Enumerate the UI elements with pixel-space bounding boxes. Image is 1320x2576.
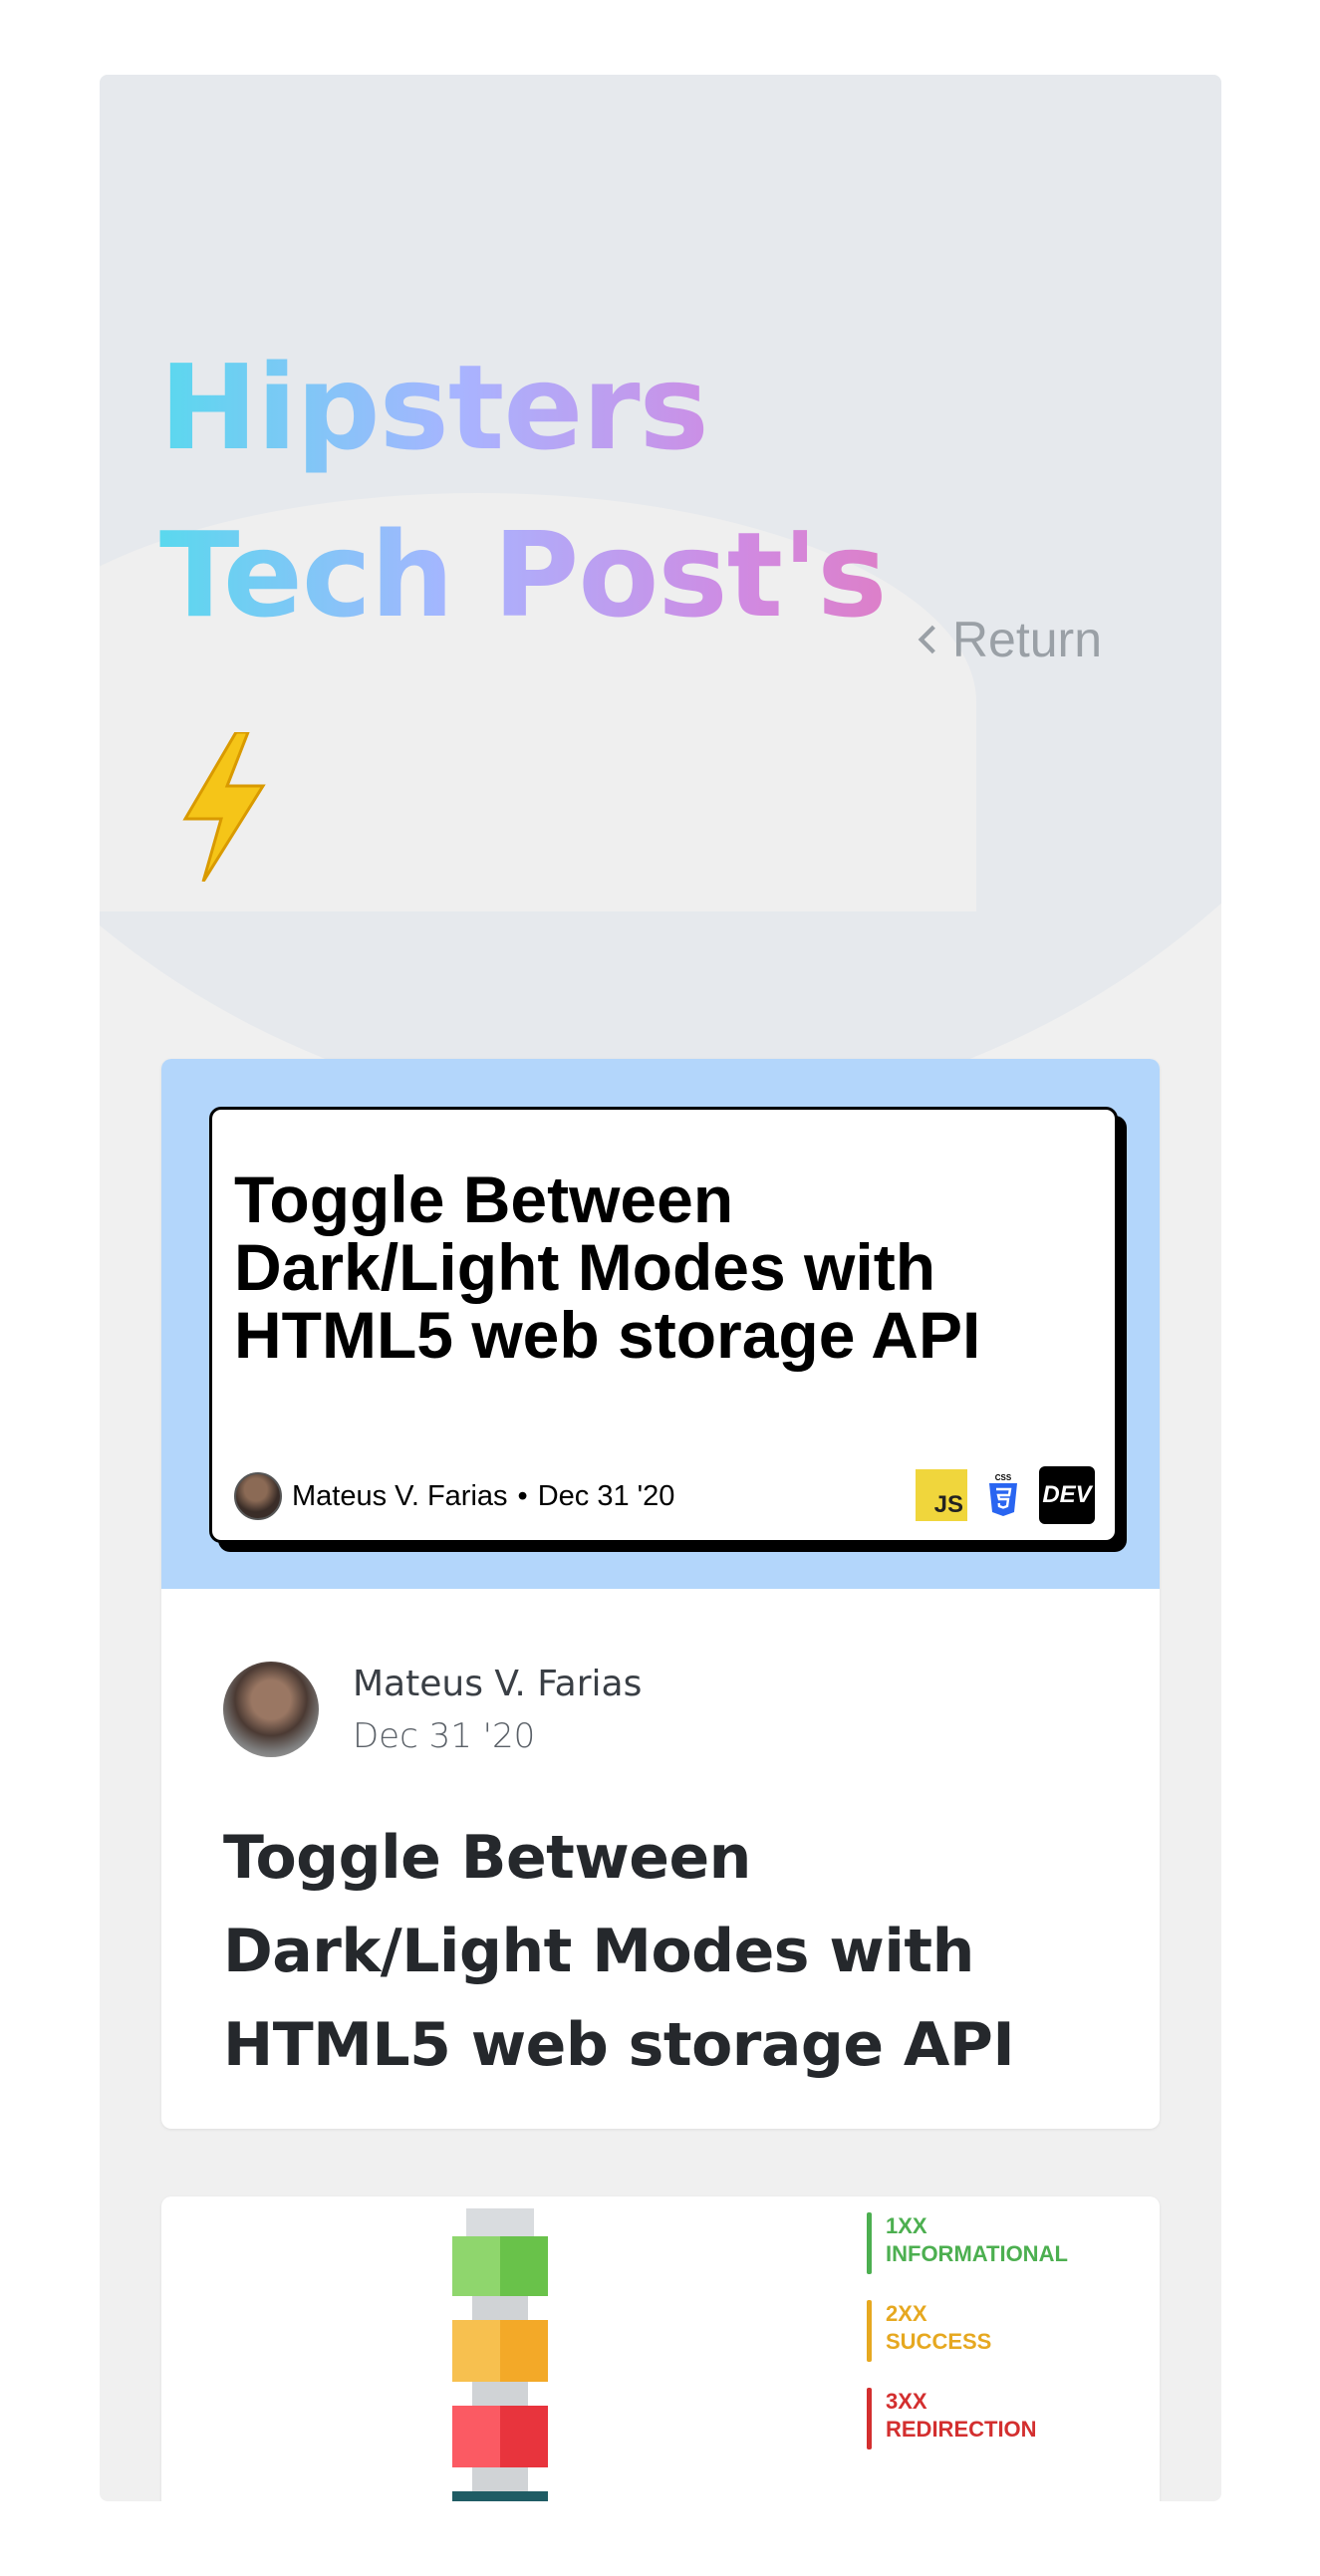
post-title[interactable]: Toggle Between Dark/Light Modes with HTM… — [223, 1811, 1110, 2092]
http-status-illustration: 1XX INFORMATIONAL 2XX SUCCESS 3XX REDIRE… — [410, 2196, 1068, 2501]
http-item: 1XX INFORMATIONAL — [867, 2212, 1068, 2274]
post-author-row: Mateus V. Farias Dec 31 '20 — [223, 1662, 642, 1757]
cover-date: Dec 31 '20 — [537, 1479, 675, 1512]
css3-logo: CSS — [989, 1473, 1017, 1516]
post-card-2[interactable]: 1XX INFORMATIONAL 2XX SUCCESS 3XX REDIRE… — [161, 2196, 1160, 2501]
site-title-line-1: Hipsters — [159, 339, 708, 476]
post-cover-image: Toggle Between Dark/Light Modes with HTM… — [161, 1059, 1160, 1589]
http-label: SUCCESS — [886, 2329, 992, 2354]
http-status-labels: 1XX INFORMATIONAL 2XX SUCCESS 3XX REDIRE… — [867, 2212, 1068, 2475]
author-name[interactable]: Mateus V. Farias — [353, 1664, 642, 1704]
post-card[interactable]: Toggle Between Dark/Light Modes with HTM… — [161, 1059, 1160, 2129]
stacked-blocks-graphic — [452, 2208, 548, 2501]
http-label: REDIRECTION — [886, 2417, 1037, 2442]
site-header: Hipsters Tech Post's Return — [159, 324, 1162, 882]
return-label: Return — [951, 612, 1102, 667]
lightning-icon — [182, 732, 266, 882]
cover-avatar — [234, 1472, 282, 1520]
http-code: 2XX — [886, 2301, 927, 2326]
site-title: Hipsters Tech Post's — [159, 324, 1162, 658]
cover-author: Mateus V. Farias — [292, 1479, 508, 1512]
dev-logo: DEV — [1039, 1466, 1095, 1524]
javascript-logo: JS — [916, 1469, 967, 1521]
cover-title: Toggle Between Dark/Light Modes with HTM… — [234, 1162, 981, 1372]
cover-tags: JS CSS DEV — [916, 1466, 1095, 1524]
cover-separator: • — [517, 1479, 528, 1512]
http-bar — [867, 2300, 872, 2362]
post-date: Dec 31 '20 — [353, 1715, 536, 1756]
http-item: 2XX SUCCESS — [867, 2300, 1068, 2362]
http-label: INFORMATIONAL — [886, 2241, 1068, 2266]
http-code: 1XX — [886, 2213, 927, 2238]
cover-meta: Mateus V. Farias • Dec 31 '20 — [234, 1472, 674, 1520]
http-bar — [867, 2212, 872, 2274]
return-link[interactable]: Return — [917, 611, 1102, 668]
chevron-left-icon — [918, 625, 935, 654]
cover-inner-card: Toggle Between Dark/Light Modes with HTM… — [209, 1107, 1118, 1543]
http-code: 3XX — [886, 2389, 927, 2414]
page-frame: Hipsters Tech Post's Return Toggle Betwe… — [100, 75, 1221, 2501]
author-avatar[interactable] — [223, 1662, 319, 1757]
http-bar — [867, 2388, 872, 2449]
http-item: 3XX REDIRECTION — [867, 2388, 1068, 2449]
svg-text:CSS: CSS — [995, 1473, 1012, 1482]
